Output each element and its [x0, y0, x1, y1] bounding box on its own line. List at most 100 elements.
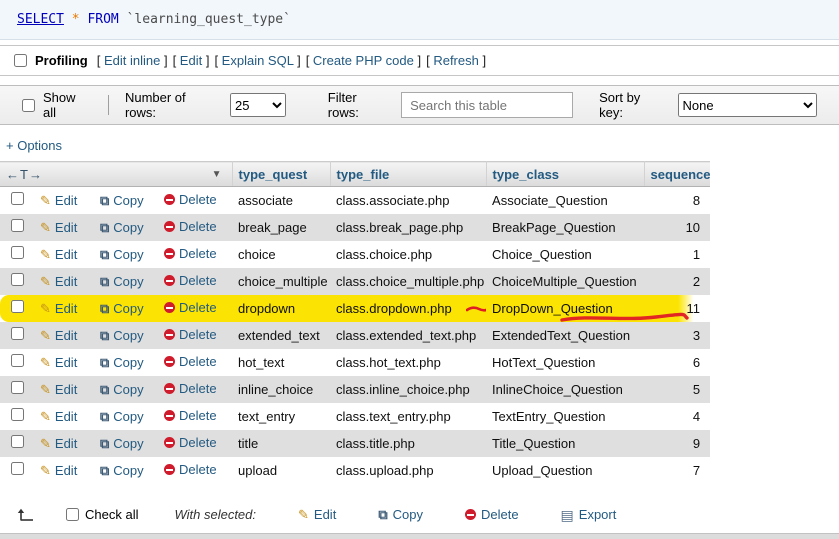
- row-delete-cell: Delete: [158, 295, 232, 322]
- copy-icon: ⧉: [100, 248, 109, 261]
- row-copy-link[interactable]: ⧉Copy: [100, 328, 144, 343]
- row-edit-link[interactable]: ✎Edit: [40, 382, 77, 397]
- row-edit-link[interactable]: ✎Edit: [40, 463, 77, 478]
- row-delete-link[interactable]: Delete: [164, 327, 217, 342]
- row-edit-link[interactable]: ✎Edit: [40, 247, 77, 262]
- edit-inline-link[interactable]: Edit inline: [104, 53, 160, 68]
- column-header-sequence[interactable]: sequence: [644, 162, 710, 187]
- row-edit-cell: ✎Edit: [34, 376, 94, 403]
- cell-sequence: 2: [644, 268, 710, 295]
- number-of-rows-select[interactable]: 25: [230, 93, 286, 117]
- edit-pencil-icon: ✎: [40, 356, 51, 369]
- copy-label: Copy: [113, 436, 143, 451]
- red-marker-underline: [560, 312, 690, 324]
- row-delete-link[interactable]: Delete: [164, 381, 217, 396]
- column-nav-arrows[interactable]: ←T→: [6, 167, 43, 182]
- create-php-code-link[interactable]: Create PHP code: [313, 53, 414, 68]
- row-edit-link[interactable]: ✎Edit: [40, 301, 77, 316]
- row-edit-link[interactable]: ✎Edit: [40, 220, 77, 235]
- row-delete-link[interactable]: Delete: [164, 246, 217, 261]
- row-checkbox[interactable]: [11, 192, 24, 205]
- options-toggle-link[interactable]: + Options: [6, 138, 62, 153]
- row-checkbox-cell: [0, 403, 34, 430]
- row-edit-link[interactable]: ✎Edit: [40, 193, 77, 208]
- delete-icon: [164, 248, 175, 259]
- row-copy-link[interactable]: ⧉Copy: [100, 463, 144, 478]
- sort-descending-icon[interactable]: ▼: [212, 169, 222, 180]
- edit-label: Edit: [55, 409, 77, 424]
- row-checkbox[interactable]: [11, 354, 24, 367]
- row-copy-link[interactable]: ⧉Copy: [100, 409, 144, 424]
- show-all-label: Show all: [43, 90, 92, 120]
- selected-export-button[interactable]: ▤Export: [561, 507, 617, 522]
- selected-delete-button[interactable]: Delete: [465, 507, 519, 522]
- row-edit-link[interactable]: ✎Edit: [40, 436, 77, 451]
- row-copy-cell: ⧉Copy: [94, 403, 158, 430]
- row-delete-link[interactable]: Delete: [164, 462, 217, 477]
- row-checkbox[interactable]: [11, 273, 24, 286]
- row-edit-cell: ✎Edit: [34, 322, 94, 349]
- row-checkbox[interactable]: [11, 246, 24, 259]
- cell-sequence: 6: [644, 349, 710, 376]
- row-copy-link[interactable]: ⧉Copy: [100, 247, 144, 262]
- row-copy-link[interactable]: ⧉Copy: [100, 220, 144, 235]
- row-checkbox[interactable]: [11, 327, 24, 340]
- row-delete-link[interactable]: Delete: [164, 273, 217, 288]
- with-selected-bar: Check all With selected: ✎Edit ⧉Copy Del…: [0, 499, 839, 531]
- cell-sequence: 5: [644, 376, 710, 403]
- row-edit-link[interactable]: ✎ Edit: [40, 409, 77, 424]
- row-copy-link[interactable]: ⧉Copy: [100, 355, 144, 370]
- filter-search-input[interactable]: [401, 92, 573, 118]
- edit-query-link[interactable]: Edit: [180, 53, 202, 68]
- cell-type-file: class.dropdown.php: [330, 295, 486, 322]
- row-delete-cell: Delete: [158, 376, 232, 403]
- column-header-type-quest[interactable]: type_quest: [232, 162, 330, 187]
- row-checkbox[interactable]: [11, 462, 24, 475]
- delete-icon: [164, 383, 175, 394]
- row-delete-cell: Delete: [158, 268, 232, 295]
- row-delete-link[interactable]: Delete: [164, 219, 217, 234]
- row-checkbox[interactable]: [11, 408, 24, 421]
- delete-label: Delete: [179, 192, 217, 207]
- refresh-link[interactable]: Refresh: [433, 53, 479, 68]
- row-edit-link[interactable]: ✎Edit: [40, 328, 77, 343]
- selected-copy-button[interactable]: ⧉Copy: [378, 507, 423, 522]
- row-checkbox[interactable]: [11, 381, 24, 394]
- delete-label: Delete: [179, 381, 217, 396]
- table-row: ✎Edit ⧉Copy Delete break_page class.brea…: [0, 214, 710, 241]
- cell-type-file: class.title.php: [330, 430, 486, 457]
- row-copy-link[interactable]: ⧉Copy: [100, 436, 144, 451]
- explain-sql-link[interactable]: Explain SQL: [222, 53, 294, 68]
- column-header-type-file[interactable]: type_file: [330, 162, 486, 187]
- row-copy-cell: ⧉Copy: [94, 241, 158, 268]
- check-all-checkbox[interactable]: [66, 508, 79, 521]
- row-checkbox[interactable]: [11, 219, 24, 232]
- cell-type-file: class.choice_multiple.php: [330, 268, 486, 295]
- row-copy-link[interactable]: ⧉Copy: [100, 274, 144, 289]
- row-edit-link[interactable]: ✎Edit: [40, 274, 77, 289]
- selected-edit-button[interactable]: ✎Edit: [298, 507, 336, 522]
- sort-by-key-select[interactable]: None: [678, 93, 818, 117]
- row-copy-cell: ⧉Copy: [94, 376, 158, 403]
- cell-sequence: 4: [644, 403, 710, 430]
- check-all-label[interactable]: Check all: [85, 507, 138, 522]
- sql-keyword-select-link[interactable]: SELECT: [17, 12, 64, 27]
- row-edit-cell: ✎Edit: [34, 268, 94, 295]
- row-delete-link[interactable]: Delete: [164, 192, 217, 207]
- edit-pencil-icon: ✎: [40, 464, 51, 477]
- profiling-checkbox[interactable]: [14, 54, 27, 67]
- row-copy-link[interactable]: ⧉Copy: [100, 193, 144, 208]
- row-delete-link[interactable]: Delete: [164, 300, 217, 315]
- row-edit-link[interactable]: ✎Edit: [40, 355, 77, 370]
- show-all-checkbox[interactable]: [22, 99, 35, 112]
- row-delete-link[interactable]: Delete: [164, 354, 217, 369]
- cell-type-file: class.text_entry.php: [330, 403, 486, 430]
- row-copy-link[interactable]: ⧉Copy: [100, 301, 144, 316]
- edit-pencil-icon: ✎: [40, 410, 51, 423]
- row-delete-link[interactable]: Delete: [164, 435, 217, 450]
- row-checkbox[interactable]: [11, 300, 24, 313]
- row-checkbox[interactable]: [11, 435, 24, 448]
- row-copy-link[interactable]: ⧉Copy: [100, 382, 144, 397]
- row-delete-link[interactable]: Delete: [164, 408, 217, 423]
- column-header-type-class[interactable]: type_class: [486, 162, 644, 187]
